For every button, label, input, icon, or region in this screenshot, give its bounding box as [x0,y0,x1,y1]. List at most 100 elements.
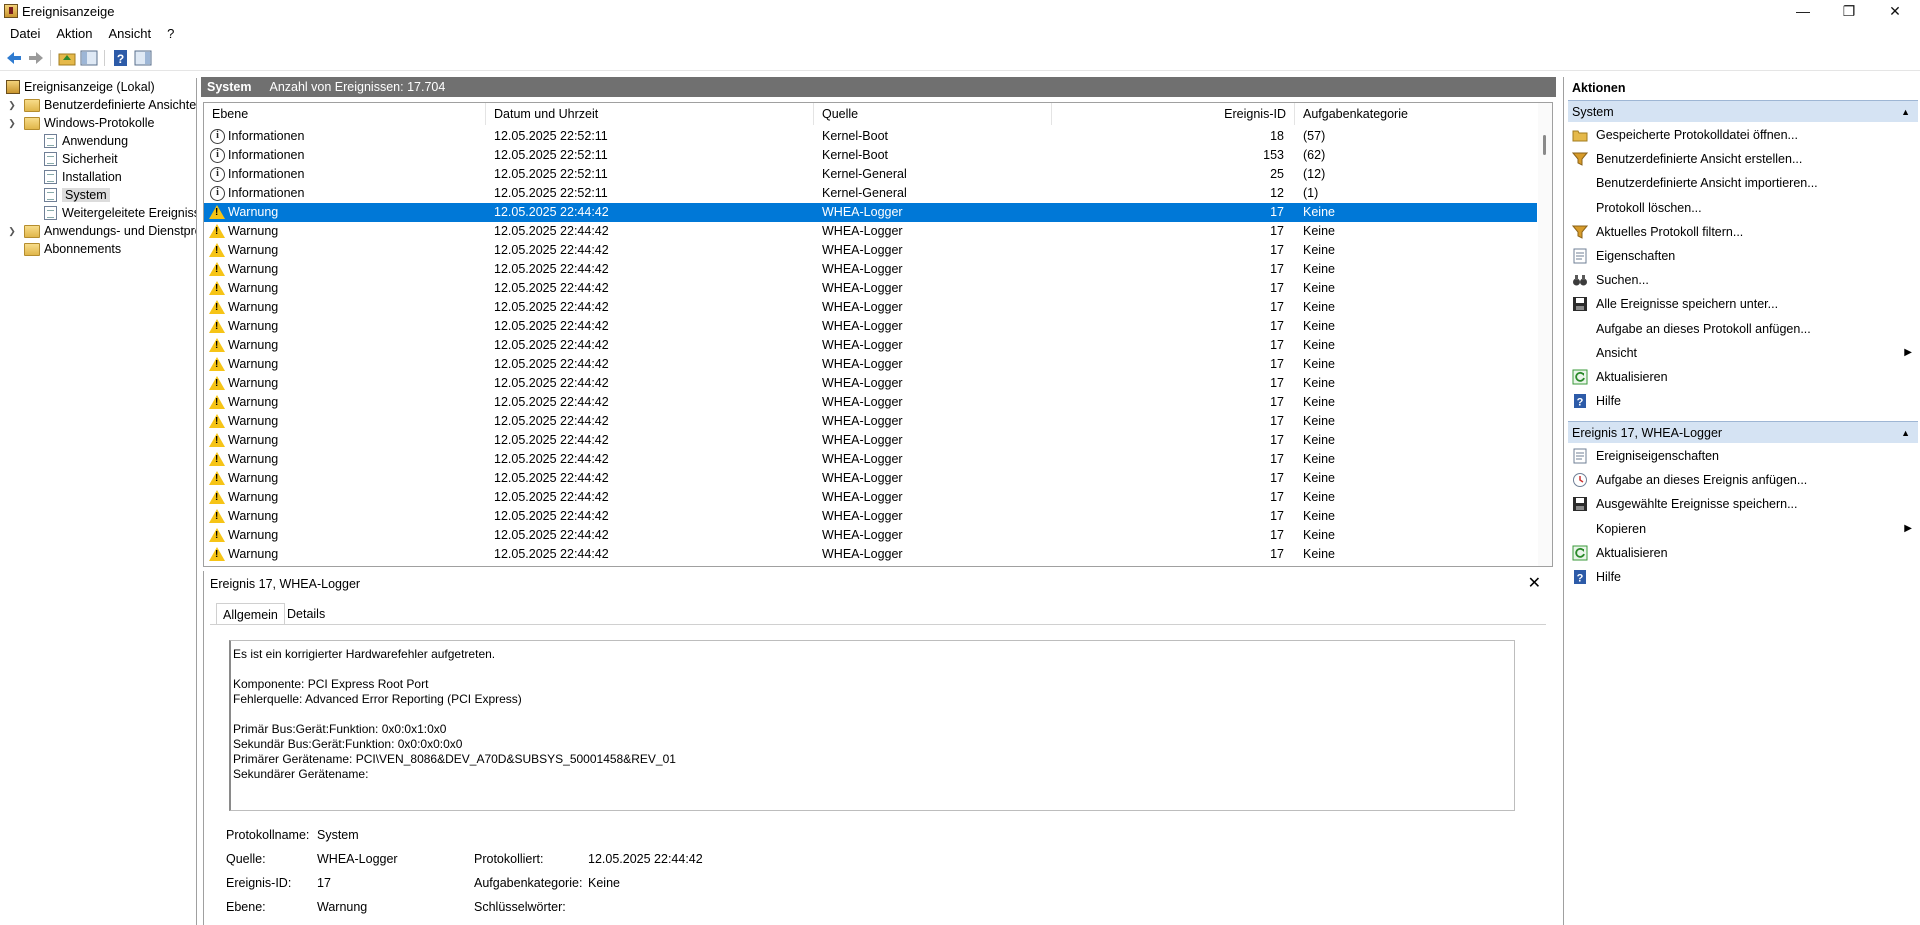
action-label: Benutzerdefinierte Ansicht erstellen... [1596,152,1803,167]
menu-help[interactable]: ? [159,26,182,41]
tree-item-installation[interactable]: Installation [44,168,122,186]
column-header-datum[interactable]: Datum und Uhrzeit [486,103,814,125]
table-row[interactable]: i Informationen 12.05.2025 22:52:11 Kernel-… [204,127,1537,146]
cell-source: WHEA-Logger [822,224,903,238]
up-folder-icon[interactable] [58,49,76,67]
column-header-ebene[interactable]: Ebene [204,103,486,125]
tree-item-windows-logs[interactable]: Windows-Protokolle [24,114,154,132]
table-row[interactable]: Warnung 12.05.2025 22:44:42 WHEA-Logger 17 K… [204,222,1537,241]
action-item[interactable]: Aktuelles Protokoll filtern... [1568,220,1918,244]
action-item[interactable]: Aktualisieren [1568,365,1918,389]
info-icon: i [210,186,225,201]
table-row[interactable]: Warnung 12.05.2025 22:44:42 WHEA-Logger 17 K… [204,317,1537,336]
action-item[interactable]: Gespeicherte Protokolldatei öffnen... [1568,123,1918,147]
tab-details[interactable]: Details [281,603,331,625]
tree-item-app-service-logs[interactable]: Anwendungs- und Dienstprotokolle [24,222,196,240]
table-row[interactable]: Warnung 12.05.2025 22:44:42 WHEA-Logger 17 K… [204,374,1537,393]
cell-date: 12.05.2025 22:44:42 [494,319,609,333]
show-hide-actions-icon[interactable] [134,49,152,67]
table-row[interactable]: Warnung 12.05.2025 22:44:42 WHEA-Logger 17 K… [204,393,1537,412]
value-quelle: WHEA-Logger [317,852,398,866]
collapse-caret-icon[interactable]: ▲ [1901,428,1910,438]
value-protokollname: System [317,828,359,842]
table-row[interactable]: Warnung 12.05.2025 22:44:42 WHEA-Logger 17 K… [204,526,1537,545]
cell-category: Keine [1303,224,1335,238]
action-item[interactable]: Benutzerdefinierte Ansicht importieren..… [1568,171,1918,195]
action-item[interactable]: Kopieren ▶ [1568,517,1918,541]
action-item[interactable]: Benutzerdefinierte Ansicht erstellen... [1568,147,1918,171]
table-row[interactable]: Warnung 12.05.2025 22:44:42 WHEA-Logger 17 K… [204,260,1537,279]
action-item[interactable]: ? Hilfe [1568,389,1918,413]
show-hide-tree-icon[interactable] [80,49,98,67]
svg-text:?: ? [1577,573,1584,585]
action-item[interactable]: Aufgabe an dieses Protokoll anfügen... [1568,317,1918,341]
details-close-icon[interactable]: ✕ [1528,573,1541,593]
collapse-arrow-icon[interactable]: ❯ [7,114,17,132]
action-item[interactable]: Ereigniseigenschaften [1568,444,1918,468]
tree-item-root[interactable]: Ereignisanzeige (Lokal) [6,78,155,96]
expand-arrow-icon[interactable]: ❯ [7,222,17,240]
table-row[interactable]: i Informationen 12.05.2025 22:52:11 Kernel-… [204,146,1537,165]
back-arrow-icon[interactable] [5,49,23,67]
close-button[interactable]: ✕ [1872,0,1918,22]
cell-event-id: 17 [1270,414,1284,428]
action-item[interactable]: ? Hilfe [1568,565,1918,589]
tree-item-label: System [62,188,110,202]
collapse-caret-icon[interactable]: ▲ [1901,107,1910,117]
vertical-scrollbar[interactable] [1538,103,1552,566]
menu-datei[interactable]: Datei [2,26,48,41]
tab-allgemein[interactable]: Allgemein [216,603,285,625]
menu-ansicht[interactable]: Ansicht [101,26,160,41]
action-item[interactable]: Aktualisieren [1568,541,1918,565]
cell-source: Kernel-Boot [822,148,889,162]
cell-event-id: 12 [1270,186,1284,200]
help-icon[interactable]: ? [112,49,130,67]
scrollbar-thumb[interactable] [1543,135,1546,155]
tree-item-subscriptions[interactable]: Abonnements [24,240,121,258]
action-item[interactable]: Ansicht ▶ [1568,341,1918,365]
table-row[interactable]: Warnung 12.05.2025 22:44:42 WHEA-Logger 17 K… [204,412,1537,431]
action-item[interactable]: Alle Ereignisse speichern unter... [1568,292,1918,316]
svg-text:?: ? [1577,397,1584,409]
table-row[interactable]: i Informationen 12.05.2025 22:52:11 Kernel-… [204,184,1537,203]
forward-arrow-icon[interactable] [27,49,45,67]
maximize-button[interactable]: ❐ [1826,0,1872,22]
warning-icon [209,509,225,523]
tree-item-custom-views[interactable]: Benutzerdefinierte Ansichten [24,96,196,114]
table-row[interactable]: Warnung 12.05.2025 22:44:42 WHEA-Logger 17 K… [204,241,1537,260]
filter-icon [1571,151,1589,167]
actions-section-system[interactable]: System ▲ [1568,100,1918,122]
action-item[interactable]: Aufgabe an dieses Ereignis anfügen... [1568,468,1918,492]
table-row[interactable]: Warnung 12.05.2025 22:44:42 WHEA-Logger 17 K… [204,469,1537,488]
expand-arrow-icon[interactable]: ❯ [7,96,17,114]
tree-item-system[interactable]: System [44,186,110,204]
table-row[interactable]: i Informationen 12.05.2025 22:52:11 Kernel-… [204,165,1537,184]
table-row[interactable]: Warnung 12.05.2025 22:44:42 WHEA-Logger 17 K… [204,450,1537,469]
event-description[interactable]: Es ist ein korrigierter Hardwarefehler a… [229,640,1515,811]
column-header-aufgabenkategorie[interactable]: Aufgabenkategorie [1295,103,1540,125]
action-item[interactable]: Protokoll löschen... [1568,196,1918,220]
table-row[interactable]: Warnung 12.05.2025 22:44:42 WHEA-Logger 17 K… [204,279,1537,298]
table-row[interactable]: Warnung 12.05.2025 22:44:42 WHEA-Logger 17 K… [204,431,1537,450]
action-item[interactable]: Eigenschaften [1568,244,1918,268]
action-item[interactable]: Suchen... [1568,268,1918,292]
column-header-ereignis-id[interactable]: Ereignis-ID [1052,103,1295,125]
table-row[interactable]: Warnung 12.05.2025 22:44:42 WHEA-Logger 17 K… [204,336,1537,355]
tree-item-forwarded-events[interactable]: Weitergeleitete Ereignisse [44,204,196,222]
column-header-quelle[interactable]: Quelle [814,103,1052,125]
table-row[interactable]: Warnung 12.05.2025 22:44:42 WHEA-Logger 17 K… [204,507,1537,526]
table-row[interactable]: Warnung 12.05.2025 22:44:42 WHEA-Logger 17 K… [204,298,1537,317]
minimize-button[interactable]: — [1780,0,1826,22]
actions-section-event[interactable]: Ereignis 17, WHEA-Logger ▲ [1568,421,1918,443]
table-row[interactable]: Warnung 12.05.2025 22:44:42 WHEA-Logger 17 K… [204,545,1537,564]
table-row[interactable]: Warnung 12.05.2025 22:44:42 WHEA-Logger 17 K… [204,488,1537,507]
table-row[interactable]: Warnung 12.05.2025 22:44:42 WHEA-Logger 17 K… [204,355,1537,374]
tree-item-anwendung[interactable]: Anwendung [44,132,128,150]
table-row[interactable]: Warnung 12.05.2025 22:44:42 WHEA-Logger 17 K… [204,203,1537,222]
refresh-icon [1572,545,1588,561]
value-protokolliert: 12.05.2025 22:44:42 [588,852,703,866]
menu-aktion[interactable]: Aktion [48,26,100,41]
action-label: Suchen... [1596,273,1649,288]
tree-item-sicherheit[interactable]: Sicherheit [44,150,118,168]
action-item[interactable]: Ausgewählte Ereignisse speichern... [1568,492,1918,516]
